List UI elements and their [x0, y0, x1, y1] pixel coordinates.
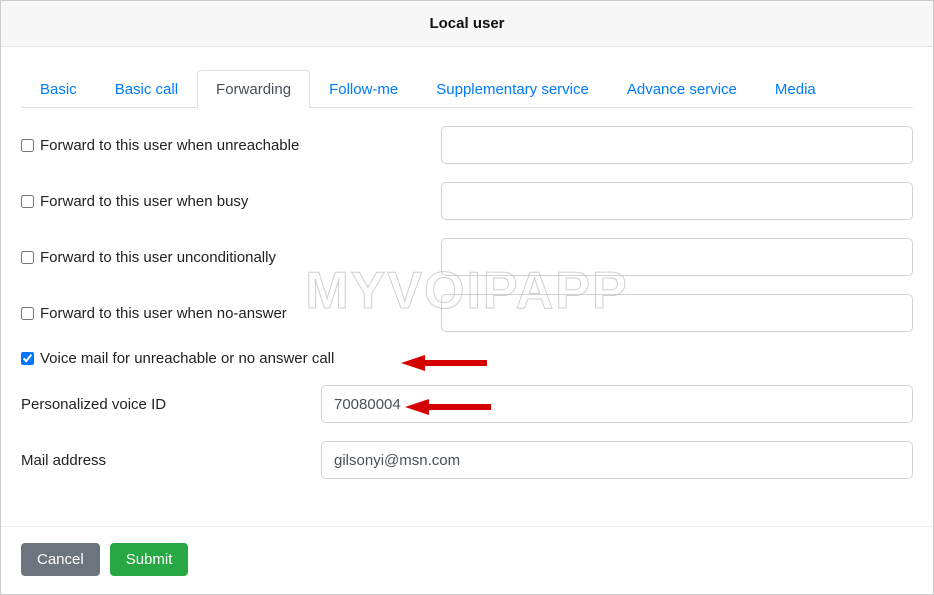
footer: Cancel Submit — [1, 526, 933, 594]
row-mail-address: Mail address — [21, 441, 913, 479]
tab-basic-call[interactable]: Basic call — [96, 70, 197, 108]
row-forward-unreachable: Forward to this user when unreachable — [21, 126, 913, 164]
label-text-forward-unreachable: Forward to this user when unreachable — [40, 137, 299, 154]
row-forward-busy: Forward to this user when busy — [21, 182, 913, 220]
input-forward-busy[interactable] — [441, 182, 913, 220]
label-text-forward-busy: Forward to this user when busy — [40, 193, 248, 210]
label-forward-noanswer[interactable]: Forward to this user when no-answer — [21, 305, 441, 322]
checkbox-forward-unreachable[interactable] — [21, 139, 34, 152]
label-text-forward-unconditional: Forward to this user unconditionally — [40, 249, 276, 266]
tab-forwarding[interactable]: Forwarding — [197, 70, 310, 108]
checkbox-forward-unconditional[interactable] — [21, 251, 34, 264]
page-title-text: Local user — [429, 15, 504, 32]
label-text-voicemail: Voice mail for unreachable or no answer … — [40, 350, 334, 367]
input-forward-unconditional[interactable] — [441, 238, 913, 276]
input-forward-unreachable[interactable] — [441, 126, 913, 164]
row-voice-id: Personalized voice ID — [21, 385, 913, 423]
checkbox-voicemail[interactable] — [21, 352, 34, 365]
tab-supplementary-service[interactable]: Supplementary service — [417, 70, 608, 108]
label-forward-unconditional[interactable]: Forward to this user unconditionally — [21, 249, 441, 266]
main-content: Basic Basic call Forwarding Follow-me Su… — [1, 47, 933, 479]
label-voice-id: Personalized voice ID — [21, 396, 321, 413]
cancel-button[interactable]: Cancel — [21, 543, 100, 576]
label-mail-address: Mail address — [21, 452, 321, 469]
row-voicemail: Voice mail for unreachable or no answer … — [21, 350, 913, 367]
tab-media[interactable]: Media — [756, 70, 835, 108]
tab-advance-service[interactable]: Advance service — [608, 70, 756, 108]
tab-follow-me[interactable]: Follow-me — [310, 70, 417, 108]
checkbox-forward-noanswer[interactable] — [21, 307, 34, 320]
forwarding-panel: Forward to this user when unreachable Fo… — [21, 108, 913, 479]
label-text-forward-noanswer: Forward to this user when no-answer — [40, 305, 287, 322]
tab-bar: Basic Basic call Forwarding Follow-me Su… — [21, 69, 913, 108]
checkbox-forward-busy[interactable] — [21, 195, 34, 208]
label-forward-unreachable[interactable]: Forward to this user when unreachable — [21, 137, 441, 154]
row-forward-unconditional: Forward to this user unconditionally — [21, 238, 913, 276]
label-forward-busy[interactable]: Forward to this user when busy — [21, 193, 441, 210]
input-mail-address[interactable] — [321, 441, 913, 479]
label-voicemail[interactable]: Voice mail for unreachable or no answer … — [21, 350, 334, 367]
page-title: Local user — [1, 1, 933, 47]
tab-basic[interactable]: Basic — [21, 70, 96, 108]
input-forward-noanswer[interactable] — [441, 294, 913, 332]
submit-button[interactable]: Submit — [110, 543, 189, 576]
input-voice-id[interactable] — [321, 385, 913, 423]
row-forward-noanswer: Forward to this user when no-answer — [21, 294, 913, 332]
